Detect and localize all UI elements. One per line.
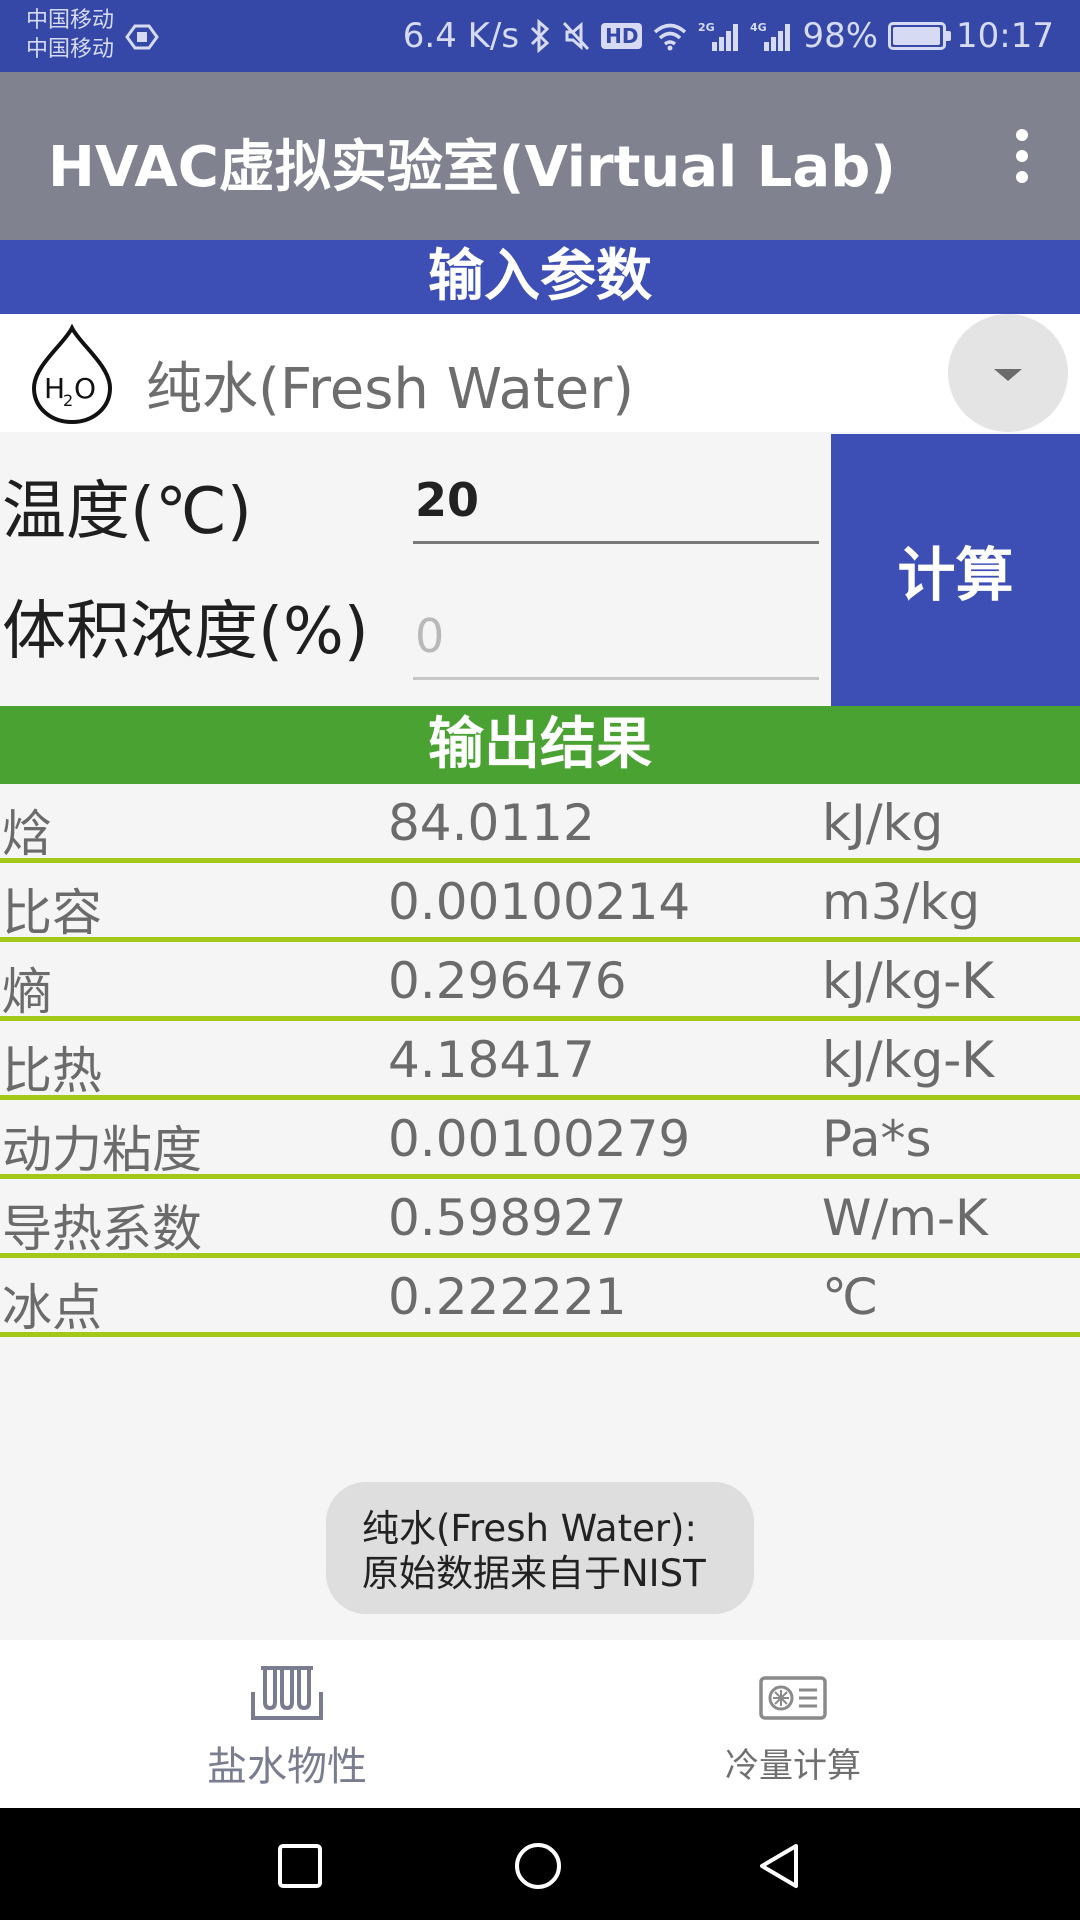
battery-percent: 98% (802, 16, 879, 56)
result-value: 0.296476 (388, 952, 627, 1010)
result-name: 焓 (2, 805, 52, 863)
result-unit: W/m-K (822, 1189, 988, 1247)
toast-message: 纯水(Fresh Water): 原始数据来自于NIST (326, 1482, 754, 1614)
carrier-2: 中国移动 (26, 37, 115, 62)
status-bar: 中国移动 中国移动 6.4 K/s HD 2G 4G 98% 10:17 (0, 0, 1080, 72)
nav-item-cooling-calc[interactable]: 冷量计算 (668, 1640, 918, 1808)
nav-item-brine-properties[interactable]: 盐水物性 (162, 1640, 412, 1808)
fluid-selected-label: 纯水(Fresh Water) (146, 357, 635, 422)
hd-badge: HD (601, 23, 643, 49)
status-indicators: 6.4 K/s HD 2G 4G 98% 10:17 (403, 12, 1054, 60)
result-name: 导热系数 (2, 1200, 202, 1258)
result-value: 0.598927 (388, 1189, 627, 1247)
battery-icon (888, 22, 952, 50)
carrier-1: 中国移动 (26, 8, 115, 33)
result-unit: kJ/kg-K (822, 1031, 995, 1089)
bottom-navigation: 盐水物性 冷量计算 (0, 1640, 1080, 1808)
test-tubes-icon (251, 1666, 323, 1720)
result-name: 熵 (2, 963, 52, 1021)
h2o-drop-icon: H 2 O (31, 323, 113, 425)
toast-line-2: 原始数据来自于NIST (362, 1552, 706, 1595)
result-row-freezing-point: 冰点 0.222221 ℃ (0, 1258, 1080, 1337)
result-row-thermal-conductivity: 导热系数 0.598927 W/m-K (0, 1179, 1080, 1258)
home-icon[interactable] (514, 1842, 562, 1890)
calculate-button[interactable]: 计算 (831, 434, 1080, 706)
svg-text:O: O (74, 372, 96, 405)
result-name: 冰点 (2, 1279, 102, 1337)
temperature-label: 温度(℃) (2, 475, 252, 549)
more-vert-icon[interactable] (992, 126, 1052, 186)
app-title: HVAC虚拟实验室(Virtual Lab) (48, 135, 896, 200)
result-value: 0.222221 (388, 1268, 627, 1326)
result-row-dynamic-viscosity: 动力粘度 0.00100279 Pa*s (0, 1100, 1080, 1179)
mute-icon (562, 21, 590, 51)
battery-level (893, 27, 940, 45)
back-icon[interactable] (756, 1842, 804, 1890)
result-row-specific-volume: 比容 0.00100214 m3/kg (0, 863, 1080, 942)
dropdown-arrow-icon[interactable] (948, 314, 1068, 432)
air-conditioner-icon (759, 1676, 827, 1720)
fluid-selector[interactable]: H 2 O 纯水(Fresh Water) (0, 314, 1080, 432)
result-unit: Pa*s (822, 1110, 932, 1168)
result-name: 比容 (2, 884, 102, 942)
svg-text:2: 2 (63, 391, 73, 410)
result-unit: ℃ (822, 1268, 879, 1326)
result-value: 0.00100214 (388, 873, 691, 931)
output-section-header: 输出结果 (0, 706, 1080, 784)
recent-apps-icon[interactable] (276, 1842, 324, 1890)
carrier-info: 中国移动 中国移动 (26, 6, 114, 64)
system-nav-bar (0, 1808, 1080, 1920)
result-row-enthalpy: 焓 84.0112 kJ/kg (0, 784, 1080, 863)
result-name: 比热 (2, 1042, 102, 1100)
result-unit: kJ/kg-K (822, 952, 995, 1010)
nav-label-brine: 盐水物性 (207, 1744, 367, 1790)
svg-text:4G: 4G (750, 21, 767, 34)
result-value: 0.00100279 (388, 1110, 691, 1168)
network-speed: 6.4 K/s (402, 16, 520, 56)
svg-text:2G: 2G (698, 21, 715, 34)
result-row-specific-heat: 比热 4.18417 kJ/kg-K (0, 1021, 1080, 1100)
result-unit: m3/kg (822, 873, 981, 931)
concentration-input[interactable] (413, 600, 819, 680)
result-name: 动力粘度 (2, 1121, 202, 1179)
input-section-header: 输入参数 (0, 240, 1080, 314)
svg-text:H: H (44, 372, 65, 405)
temperature-input[interactable] (413, 464, 819, 544)
signal-4g-icon: 4G (750, 21, 791, 51)
wifi-icon (654, 23, 687, 51)
bluetooth-icon (531, 19, 550, 53)
app-bar: HVAC虚拟实验室(Virtual Lab) (0, 72, 1080, 240)
result-value: 4.18417 (388, 1031, 595, 1089)
signal-2g-icon: 2G (698, 21, 739, 51)
result-value: 84.0112 (388, 794, 595, 852)
clock: 10:17 (956, 16, 1054, 56)
toast-line-1: 纯水(Fresh Water): (362, 1507, 697, 1550)
result-unit: kJ/kg (822, 794, 944, 852)
results-table: 焓 84.0112 kJ/kg 比容 0.00100214 m3/kg 熵 0.… (0, 784, 1080, 1337)
notification-hand-icon (125, 24, 159, 50)
nav-label-cooling: 冷量计算 (725, 1746, 861, 1786)
concentration-label: 体积浓度(%) (2, 595, 369, 669)
result-row-entropy: 熵 0.296476 kJ/kg-K (0, 942, 1080, 1021)
